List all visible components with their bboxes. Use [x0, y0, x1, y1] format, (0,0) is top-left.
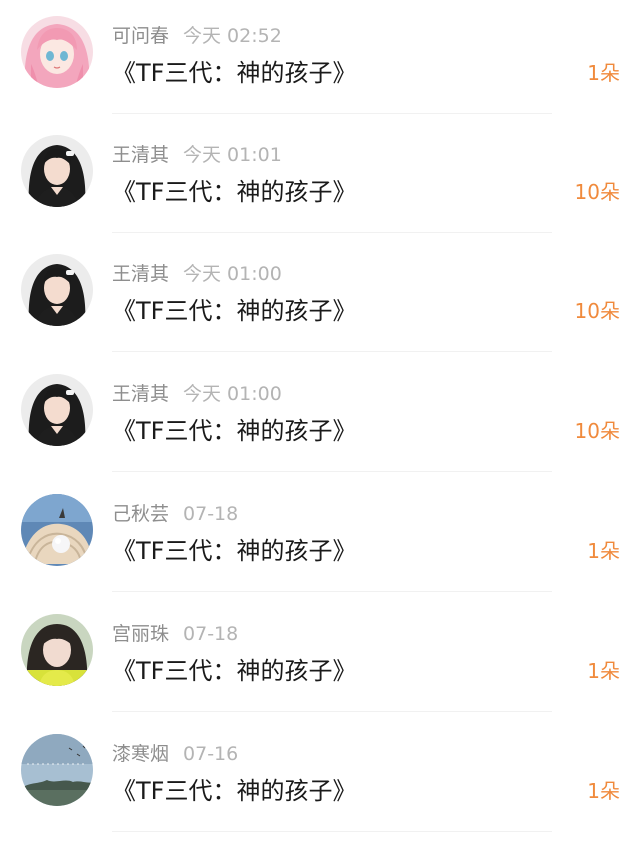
sender-meta: 王清其 今天 01:00: [112, 260, 282, 288]
row-divider: [112, 232, 552, 233]
gift-time: 今天 01:00: [183, 263, 282, 285]
row-divider: [112, 471, 552, 472]
gift-record-row[interactable]: 己秋芸 07-18 《TF三代：神的孩子》 1朵: [0, 478, 640, 598]
book-title[interactable]: 《TF三代：神的孩子》: [112, 774, 356, 808]
flower-count: 10朵: [574, 299, 620, 323]
book-title[interactable]: 《TF三代：神的孩子》: [112, 534, 356, 568]
sender-meta: 王清其 今天 01:00: [112, 380, 282, 408]
gift-record-row[interactable]: 宫丽珠 07-18 《TF三代：神的孩子》 1朵: [0, 598, 640, 718]
sender-name[interactable]: 王清其: [112, 383, 169, 405]
gift-time: 07-18: [183, 503, 239, 525]
sender-meta: 己秋芸 07-18: [112, 500, 238, 528]
sender-name[interactable]: 己秋芸: [112, 503, 169, 525]
row-divider: [112, 831, 552, 832]
sender-meta: 可问春 今天 02:52: [112, 22, 282, 50]
gift-time: 07-18: [183, 623, 239, 645]
woman-photo-avatar[interactable]: [21, 135, 93, 207]
sender-name[interactable]: 王清其: [112, 144, 169, 166]
gift-time: 今天 02:52: [183, 25, 282, 47]
flower-count: 1朵: [587, 539, 620, 563]
book-title[interactable]: 《TF三代：神的孩子》: [112, 654, 356, 688]
woman-photo-avatar[interactable]: [21, 374, 93, 446]
girl-selfie-avatar[interactable]: [21, 614, 93, 686]
anime-girl-avatar[interactable]: [21, 16, 93, 88]
gift-record-row[interactable]: 漆寒烟 07-16 《TF三代：神的孩子》 1朵: [0, 718, 640, 838]
row-divider: [112, 351, 552, 352]
flower-count: 1朵: [587, 779, 620, 803]
row-divider: [112, 113, 552, 114]
sky-landscape-avatar[interactable]: [21, 734, 93, 806]
row-divider: [112, 711, 552, 712]
gift-record-row[interactable]: 王清其 今天 01:00 《TF三代：神的孩子》 10朵: [0, 358, 640, 478]
flower-count: 10朵: [574, 180, 620, 204]
sender-meta: 漆寒烟 07-16: [112, 740, 238, 768]
sender-name[interactable]: 宫丽珠: [112, 623, 169, 645]
gift-record-row[interactable]: 可问春 今天 02:52 《TF三代：神的孩子》 1朵: [0, 0, 640, 120]
flower-count: 1朵: [587, 659, 620, 683]
gift-time: 今天 01:00: [183, 383, 282, 405]
book-title[interactable]: 《TF三代：神的孩子》: [112, 414, 356, 448]
book-title[interactable]: 《TF三代：神的孩子》: [112, 175, 356, 209]
gift-time: 今天 01:01: [183, 144, 282, 166]
sender-name[interactable]: 王清其: [112, 263, 169, 285]
gift-record-list: 可问春 今天 02:52 《TF三代：神的孩子》 1朵 王清其 今天 01:01 《…: [0, 0, 640, 841]
book-title[interactable]: 《TF三代：神的孩子》: [112, 56, 356, 90]
book-title[interactable]: 《TF三代：神的孩子》: [112, 294, 356, 328]
gift-record-row[interactable]: 王清其 今天 01:00 《TF三代：神的孩子》 10朵: [0, 238, 640, 358]
gift-record-row[interactable]: 王清其 今天 01:01 《TF三代：神的孩子》 10朵: [0, 119, 640, 239]
flower-count: 1朵: [587, 61, 620, 85]
flower-count: 10朵: [574, 419, 620, 443]
sender-name[interactable]: 可问春: [112, 25, 169, 47]
pearl-shell-avatar[interactable]: [21, 494, 93, 566]
sender-name[interactable]: 漆寒烟: [112, 743, 169, 765]
row-divider: [112, 591, 552, 592]
sender-meta: 宫丽珠 07-18: [112, 620, 238, 648]
woman-photo-avatar[interactable]: [21, 254, 93, 326]
sender-meta: 王清其 今天 01:01: [112, 141, 282, 169]
gift-time: 07-16: [183, 743, 239, 765]
